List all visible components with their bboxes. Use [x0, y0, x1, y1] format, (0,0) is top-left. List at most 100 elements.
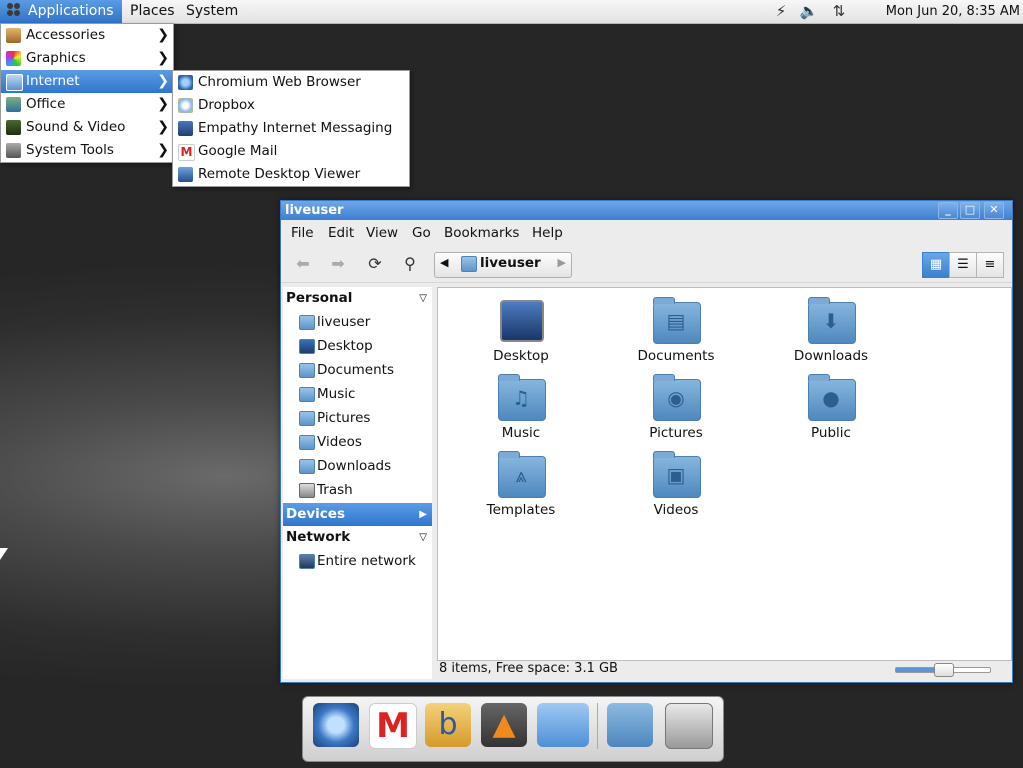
- sidebar-item-label: Documents: [317, 362, 394, 378]
- sidebar-item-music[interactable]: Music: [283, 382, 432, 406]
- remote-desktop-icon: [178, 167, 193, 182]
- breadcrumb-liveuser[interactable]: liveuser: [480, 255, 541, 271]
- chevron-right-icon: ❯: [157, 119, 169, 135]
- search-button[interactable]: ⚲: [399, 254, 421, 274]
- file-item-public[interactable]: ● Public: [776, 374, 886, 441]
- file-label: Pictures: [649, 425, 703, 441]
- file-label: Public: [811, 425, 851, 441]
- menu-edit[interactable]: Edit: [328, 220, 354, 246]
- toolbar: ⬅ ➡ ⟳ ⚲ ◀ liveuser ▶ ▦ ☰ ≡: [281, 246, 1012, 283]
- dock-separator: [597, 703, 598, 749]
- vlc-icon[interactable]: ▲: [481, 703, 527, 747]
- folder-icon[interactable]: [607, 703, 653, 747]
- sidebar-item-desktop[interactable]: Desktop: [283, 334, 432, 358]
- network-icon: [299, 554, 315, 569]
- power-icon[interactable]: ⚡: [771, 2, 791, 21]
- close-button[interactable]: ✕: [984, 202, 1004, 219]
- sidebar-section-network[interactable]: Network ▽: [283, 526, 432, 549]
- section-label: Personal: [286, 290, 353, 306]
- compact-view-button[interactable]: ≡: [976, 252, 1004, 278]
- home-icon: [461, 256, 477, 272]
- chevron-right-icon: ❯: [157, 96, 169, 112]
- accessories-icon: [6, 28, 21, 43]
- file-item-templates[interactable]: ⩓ Templates: [466, 451, 576, 518]
- music-folder-icon: [299, 387, 315, 402]
- menu-item-empathy[interactable]: Empathy Internet Messaging: [173, 117, 409, 140]
- internet-icon: [6, 74, 23, 91]
- file-item-pictures[interactable]: ◉ Pictures: [621, 374, 731, 441]
- top-panel: Applications Places System ⚡ 🔈 ⇅ Mon Jun…: [0, 0, 1023, 24]
- sidebar-item-label: Trash: [317, 482, 353, 498]
- maximize-button[interactable]: □: [960, 202, 980, 219]
- forward-button[interactable]: ➡: [327, 254, 349, 274]
- minimize-button[interactable]: _: [938, 202, 958, 219]
- menu-item-chromium[interactable]: Chromium Web Browser: [173, 71, 409, 94]
- icon-view-button[interactable]: ▦: [922, 252, 950, 278]
- menu-item-system-tools[interactable]: System Tools ❯: [1, 139, 173, 162]
- zoom-slider[interactable]: [895, 663, 991, 677]
- system-tools-icon: [6, 143, 21, 158]
- places-menu[interactable]: Places: [124, 0, 181, 23]
- menu-item-internet[interactable]: Internet ❯: [1, 70, 173, 93]
- menu-view[interactable]: View: [366, 220, 398, 246]
- menu-item-graphics[interactable]: Graphics ❯: [1, 47, 173, 70]
- zoom-slider-handle[interactable]: [934, 663, 954, 677]
- menu-item-label: Sound & Video: [26, 119, 126, 135]
- reload-button[interactable]: ⟳: [364, 254, 386, 274]
- file-manager-window: liveuser _ □ ✕ File Edit View Go Bookmar…: [280, 200, 1013, 683]
- expand-icon[interactable]: ▶: [419, 503, 427, 526]
- clock[interactable]: Mon Jun 20, 8:35 AM: [886, 0, 1020, 23]
- trash-icon: [299, 483, 315, 498]
- volume-icon[interactable]: 🔈: [799, 2, 819, 21]
- documents-folder-icon: ▤: [653, 297, 701, 344]
- status-bar: 8 items, Free space: 3.1 GB: [437, 659, 1010, 679]
- menu-item-label: Google Mail: [198, 143, 278, 159]
- gmail-icon[interactable]: M: [369, 703, 417, 749]
- back-button[interactable]: ⬅: [292, 254, 314, 274]
- sidebar-item-videos[interactable]: Videos: [283, 430, 432, 454]
- collapse-icon[interactable]: ▽: [419, 526, 427, 549]
- window-title: liveuser: [285, 203, 344, 218]
- trash-icon[interactable]: [665, 703, 713, 749]
- sidebar-item-documents[interactable]: Documents: [283, 358, 432, 382]
- menu-file[interactable]: File: [291, 220, 314, 246]
- sidebar-section-personal[interactable]: Personal ▽: [283, 287, 432, 310]
- chevron-right-icon: ❯: [157, 73, 169, 89]
- breadcrumb-left-arrow-icon[interactable]: ◀: [440, 256, 448, 269]
- sidebar-section-devices[interactable]: Devices ▶: [283, 503, 432, 526]
- documents-folder-icon: [299, 363, 315, 378]
- file-item-videos[interactable]: ▣ Videos: [621, 451, 731, 518]
- menu-item-office[interactable]: Office ❯: [1, 93, 173, 116]
- menu-item-google-mail[interactable]: M Google Mail: [173, 140, 409, 163]
- collapse-icon[interactable]: ▽: [419, 287, 427, 310]
- network-icon[interactable]: ⇅: [829, 2, 849, 21]
- system-menu[interactable]: System: [180, 0, 244, 23]
- file-item-documents[interactable]: ▤ Documents: [621, 297, 731, 364]
- list-view-button[interactable]: ☰: [949, 252, 977, 278]
- menu-item-dropbox[interactable]: Dropbox: [173, 94, 409, 117]
- menu-help[interactable]: Help: [532, 220, 563, 246]
- file-label: Downloads: [793, 348, 869, 364]
- file-item-desktop[interactable]: Desktop: [466, 298, 576, 364]
- menu-item-sound-video[interactable]: Sound & Video ❯: [1, 116, 173, 139]
- breadcrumb-right-arrow-icon[interactable]: ▶: [558, 256, 566, 269]
- file-item-music[interactable]: ♫ Music: [466, 374, 576, 441]
- workspace-icon[interactable]: [537, 703, 589, 747]
- applications-menu[interactable]: Applications: [0, 0, 122, 23]
- file-item-downloads[interactable]: ⬇ Downloads: [776, 297, 886, 364]
- sidebar-item-trash[interactable]: Trash: [283, 478, 432, 502]
- menu-item-remote-desktop[interactable]: Remote Desktop Viewer: [173, 163, 409, 186]
- menu-go[interactable]: Go: [412, 220, 431, 246]
- sidebar-item-entire-network[interactable]: Entire network: [283, 549, 432, 573]
- bubble-icon[interactable]: b: [425, 703, 471, 747]
- sidebar-item-liveuser[interactable]: liveuser: [283, 310, 432, 334]
- menu-item-label: Accessories: [26, 27, 106, 43]
- sidebar-item-pictures[interactable]: Pictures: [283, 406, 432, 430]
- office-icon: [6, 97, 21, 112]
- chromium-icon[interactable]: [313, 703, 359, 747]
- window-titlebar[interactable]: liveuser _ □ ✕: [281, 201, 1012, 220]
- sidebar-item-downloads[interactable]: Downloads: [283, 454, 432, 478]
- menu-bookmarks[interactable]: Bookmarks: [444, 220, 519, 246]
- menu-item-accessories[interactable]: Accessories ❯: [1, 24, 173, 47]
- file-label: Music: [501, 425, 541, 441]
